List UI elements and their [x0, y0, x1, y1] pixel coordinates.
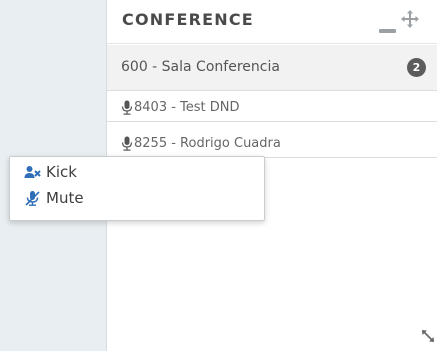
move-icon[interactable]: [401, 10, 419, 28]
kick-label: Kick: [46, 163, 77, 181]
panel-title: CONFERENCE: [122, 10, 254, 29]
panel-header: CONFERENCE: [107, 0, 437, 44]
kick-menu-item[interactable]: Kick: [10, 162, 264, 184]
user-remove-icon: [24, 164, 41, 181]
member-row-8255[interactable]: 8255 - Rodrigo Cuadra: [107, 130, 437, 158]
microphone-icon: [121, 136, 133, 151]
mute-menu-item[interactable]: Mute: [10, 188, 264, 210]
member-count-badge: 2: [407, 58, 426, 77]
microphone-icon: [121, 100, 133, 115]
microphone-mute-icon: [24, 190, 41, 207]
conference-room-label: 600 - Sala Conferencia: [121, 59, 280, 75]
member-label: 8255 - Rodrigo Cuadra: [134, 136, 281, 151]
resize-icon[interactable]: [421, 328, 435, 342]
minimize-icon[interactable]: [379, 29, 396, 33]
member-row-8403[interactable]: 8403 - Test DND: [107, 94, 437, 122]
mute-label: Mute: [46, 189, 84, 207]
conference-room-row[interactable]: 600 - Sala Conferencia 2: [107, 45, 437, 91]
member-context-menu: Kick Mute: [9, 156, 265, 221]
member-label: 8403 - Test DND: [134, 100, 240, 115]
